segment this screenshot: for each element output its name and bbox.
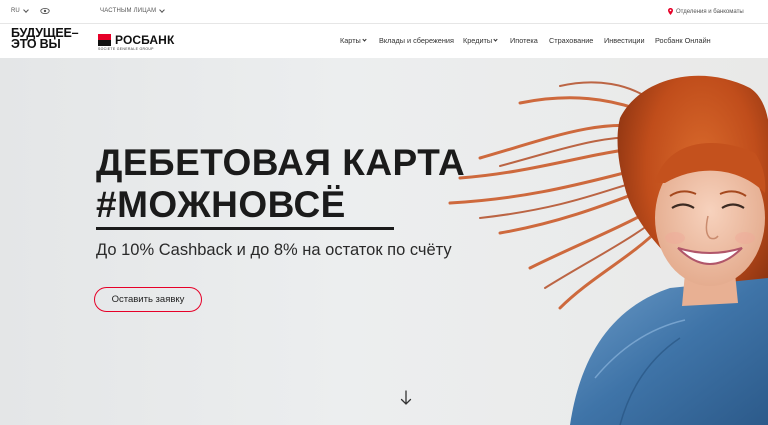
- nav-item-label: Росбанк Онлайн: [655, 36, 711, 45]
- chevron-down-icon: [362, 37, 367, 42]
- chevron-down-icon: [159, 7, 166, 13]
- language-label: RU: [11, 8, 20, 14]
- nav-item-cards[interactable]: Карты: [340, 36, 367, 45]
- audience-switcher[interactable]: ЧАСТНЫМ ЛИЦАМ: [100, 7, 166, 14]
- nav-item-label: Ипотека: [510, 36, 538, 45]
- apply-button[interactable]: Оставить заявку: [94, 287, 202, 312]
- headline-underline: [96, 227, 394, 230]
- brand-name: РОСБАНК: [115, 33, 175, 47]
- nav-item-label: Кредиты: [463, 36, 493, 45]
- chevron-down-icon: [22, 7, 29, 13]
- hero-subline: До 10% Cashback и до 8% на остаток по сч…: [96, 241, 452, 259]
- headline-line-2: #МОЖНОВСЁ: [96, 184, 346, 225]
- nav-item-credits[interactable]: Кредиты: [463, 36, 498, 45]
- hero-banner: ДЕБЕТОВАЯ КАРТА #МОЖНОВСЁ До 10% Cashbac…: [0, 58, 768, 425]
- brand-mark-icon: [98, 34, 111, 46]
- location-pin-icon: [668, 8, 673, 15]
- nav-item-online[interactable]: Росбанк Онлайн: [655, 36, 711, 45]
- eye-icon[interactable]: [40, 7, 50, 15]
- hero-photo: [448, 75, 768, 425]
- slogan-logo[interactable]: БУДУЩЕЕ– ЭТО ВЫ: [11, 27, 79, 51]
- nav-item-label: Карты: [340, 36, 361, 45]
- brand-logo[interactable]: РОСБАНК: [98, 33, 174, 47]
- language-switcher[interactable]: RU: [11, 7, 29, 14]
- offices-label: Отделения и банкоматы: [676, 8, 744, 15]
- audience-label: ЧАСТНЫМ ЛИЦАМ: [100, 8, 157, 14]
- nav-item-label: Вклады и сбережения: [379, 36, 454, 45]
- hero-headline: ДЕБЕТОВАЯ КАРТА #МОЖНОВСЁ: [96, 142, 465, 226]
- arrow-down-icon[interactable]: [400, 390, 412, 406]
- top-utility-bar: RU ЧАСТНЫМ ЛИЦАМ Отделения и банкоматы: [0, 0, 768, 24]
- headline-line-1: ДЕБЕТОВАЯ КАРТА: [96, 142, 466, 183]
- nav-item-deposits[interactable]: Вклады и сбережения: [379, 36, 454, 45]
- nav-item-label: Инвестиции: [604, 36, 645, 45]
- brand-subtitle: SOCIETE GENERALE GROUP: [98, 47, 154, 51]
- main-header: БУДУЩЕЕ– ЭТО ВЫ РОСБАНК SOCIETE GENERALE…: [0, 24, 768, 58]
- nav-item-insurance[interactable]: Страхование: [549, 36, 593, 45]
- nav-item-mortgage[interactable]: Ипотека: [510, 36, 538, 45]
- chevron-down-icon: [493, 37, 498, 42]
- nav-item-investments[interactable]: Инвестиции: [604, 36, 645, 45]
- offices-link[interactable]: Отделения и банкоматы: [668, 8, 744, 15]
- nav-item-label: Страхование: [549, 36, 594, 45]
- slogan-line-2: ЭТО ВЫ: [11, 37, 61, 51]
